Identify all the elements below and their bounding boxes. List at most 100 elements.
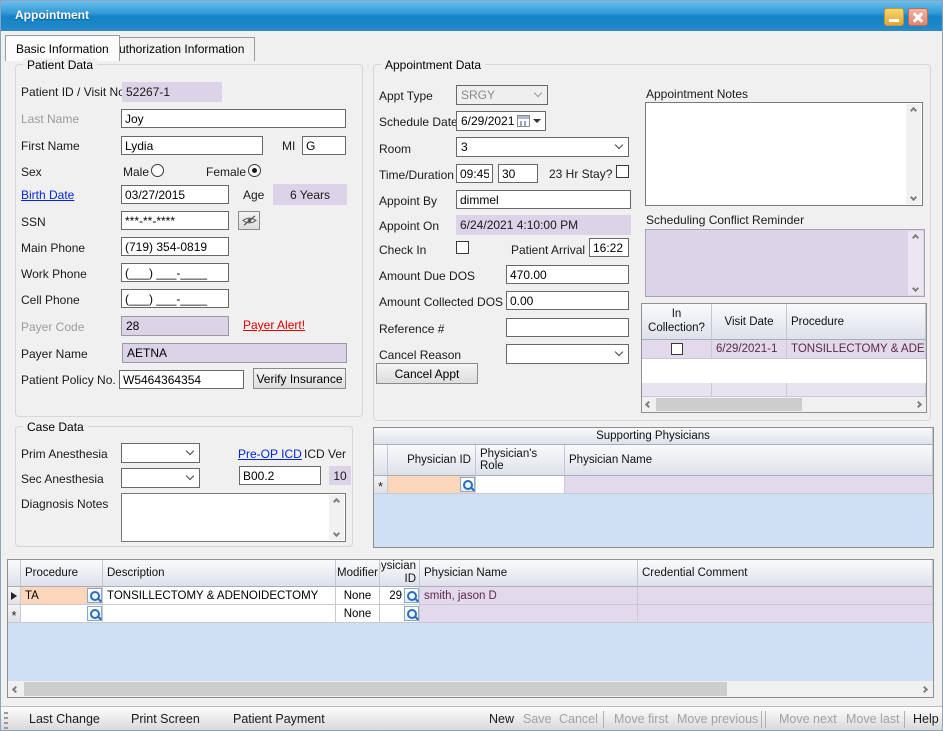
male-radio[interactable] [151, 164, 164, 177]
mi-field[interactable] [302, 136, 346, 155]
scroll-down-icon[interactable] [912, 285, 919, 292]
pg-row2-description[interactable] [103, 605, 336, 623]
age-label: Age [243, 188, 264, 202]
appoint-by-field[interactable] [456, 190, 631, 209]
scroll-up-icon[interactable] [910, 107, 917, 114]
verify-insurance-button[interactable]: Verify Insurance [253, 368, 346, 389]
calendar-icon[interactable] [517, 115, 530, 127]
in-collection-checkbox[interactable] [671, 343, 683, 355]
pg-row2-modifier[interactable]: None [336, 605, 380, 623]
birth-date-field[interactable] [121, 185, 229, 204]
scroll-left-icon[interactable] [12, 685, 19, 692]
pg-row1-physician-id[interactable]: 29 [380, 587, 420, 605]
amount-collected-field[interactable] [506, 291, 629, 310]
collection-hscrollbar[interactable] [642, 397, 926, 412]
check-in-checkbox[interactable] [456, 241, 469, 254]
sp-new-row-selector[interactable]: * [374, 476, 388, 494]
work-phone-field[interactable] [121, 263, 229, 282]
pg-row1-modifier[interactable]: None [336, 587, 380, 605]
reference-field[interactable] [506, 318, 629, 337]
move-first-button: Move first [614, 712, 668, 726]
help-button[interactable]: Help [913, 712, 939, 726]
appointment-notes-scrollbar[interactable] [906, 104, 921, 204]
procedure-code: TA [25, 590, 39, 602]
first-name-field[interactable] [121, 136, 263, 155]
cancel-reason-select[interactable] [506, 344, 629, 364]
pg-row1-procedure[interactable]: TA [21, 587, 103, 605]
pg-row2-physician-name[interactable] [420, 605, 638, 623]
scrollbar-thumb[interactable] [24, 682, 727, 696]
scroll-left-icon[interactable] [645, 401, 652, 408]
appointment-notes-textarea[interactable] [645, 102, 923, 206]
scrollbar-thumb[interactable] [656, 398, 802, 411]
tab-authorization-information[interactable]: Authorization Information [100, 37, 255, 61]
first-name-label: First Name [21, 139, 80, 153]
ssn-visibility-toggle[interactable] [238, 211, 260, 230]
pg-row1-physician-name[interactable]: smith, jason D [420, 587, 638, 605]
sec-anesthesia-select[interactable] [121, 468, 200, 488]
pg-new-row-selector[interactable]: * [8, 605, 21, 623]
cancel-appt-button[interactable]: Cancel Appt [376, 363, 478, 384]
diagnosis-notes-textarea[interactable] [121, 493, 346, 542]
close-button[interactable] [908, 8, 928, 26]
toolbar-grip[interactable] [4, 712, 8, 729]
preop-icd-link[interactable]: Pre-OP ICD [238, 447, 302, 461]
search-icon[interactable] [460, 477, 475, 492]
main-phone-field[interactable] [121, 237, 229, 256]
stay-checkbox[interactable] [616, 165, 629, 178]
scroll-down-icon[interactable] [333, 530, 340, 537]
print-screen-button[interactable]: Print Screen [131, 712, 200, 726]
search-icon[interactable] [404, 606, 419, 621]
search-icon[interactable] [404, 588, 419, 603]
patient-arrival-field[interactable] [589, 238, 629, 257]
pg-row2-credential-comment[interactable] [638, 605, 933, 623]
appoint-on-value: 6/24/2021 4:10:00 PM [456, 215, 631, 235]
scroll-up-icon[interactable] [333, 498, 340, 505]
minimize-button[interactable] [884, 8, 904, 26]
collection-cell-procedure[interactable]: TONSILLECTOMY & ADENOIDECTOMY [787, 340, 926, 359]
eye-slash-icon [242, 215, 257, 226]
scroll-up-icon[interactable] [912, 234, 919, 241]
last-change-button[interactable]: Last Change [29, 712, 100, 726]
duration-field[interactable] [498, 164, 538, 183]
procedure-grid-hscrollbar[interactable] [8, 681, 933, 697]
policy-field[interactable] [119, 370, 244, 389]
conflict-reminder-scrollbar[interactable] [908, 231, 923, 295]
prim-anesthesia-select[interactable] [121, 443, 200, 463]
search-icon[interactable] [87, 588, 102, 603]
room-select[interactable]: 3 [456, 137, 629, 157]
scroll-right-icon[interactable] [921, 685, 928, 692]
sp-cell-physician-role[interactable] [476, 476, 565, 494]
last-name-field[interactable] [121, 109, 346, 128]
pg-row1-credential-comment[interactable] [638, 587, 933, 605]
payer-alert-link[interactable]: Payer Alert! [243, 318, 305, 332]
new-button[interactable]: New [489, 712, 514, 726]
scroll-down-icon[interactable] [910, 194, 917, 201]
pg-header-credential-comment: Credential Comment [638, 560, 933, 587]
amount-due-field[interactable] [506, 265, 629, 284]
titlebar[interactable]: Appointment [1, 1, 943, 31]
scroll-right-icon[interactable] [915, 401, 922, 408]
female-radio[interactable] [248, 164, 261, 177]
pg-row1-selector[interactable] [8, 587, 21, 605]
birth-date-link[interactable]: Birth Date [21, 188, 74, 202]
time-field[interactable] [456, 164, 493, 183]
cell-phone-field[interactable] [121, 289, 229, 308]
patient-id-label: Patient ID / Visit No. [21, 85, 128, 99]
pg-row2-procedure[interactable] [21, 605, 103, 623]
pg-row1-description[interactable]: TONSILLECTOMY & ADENOIDECTOMY [103, 587, 336, 605]
sp-header-physician-name: Physician Name [565, 445, 933, 476]
collection-cell-checkbox[interactable] [642, 340, 712, 359]
cancel-reason-label: Cancel Reason [379, 348, 461, 362]
sp-cell-physician-name[interactable] [565, 476, 933, 494]
dropdown-arrow-icon[interactable] [533, 119, 541, 123]
preop-icd-field[interactable] [239, 466, 321, 485]
diagnosis-notes-scrollbar[interactable] [329, 495, 344, 540]
schedule-date-picker[interactable]: 6/29/2021 [456, 111, 546, 131]
search-icon[interactable] [87, 606, 102, 621]
patient-payment-button[interactable]: Patient Payment [233, 712, 325, 726]
pg-row2-physician-id[interactable] [380, 605, 420, 623]
collection-cell-visit-date[interactable]: 6/29/2021-1 [712, 340, 787, 359]
sp-cell-physician-id[interactable] [388, 476, 476, 494]
ssn-field[interactable] [121, 211, 229, 230]
